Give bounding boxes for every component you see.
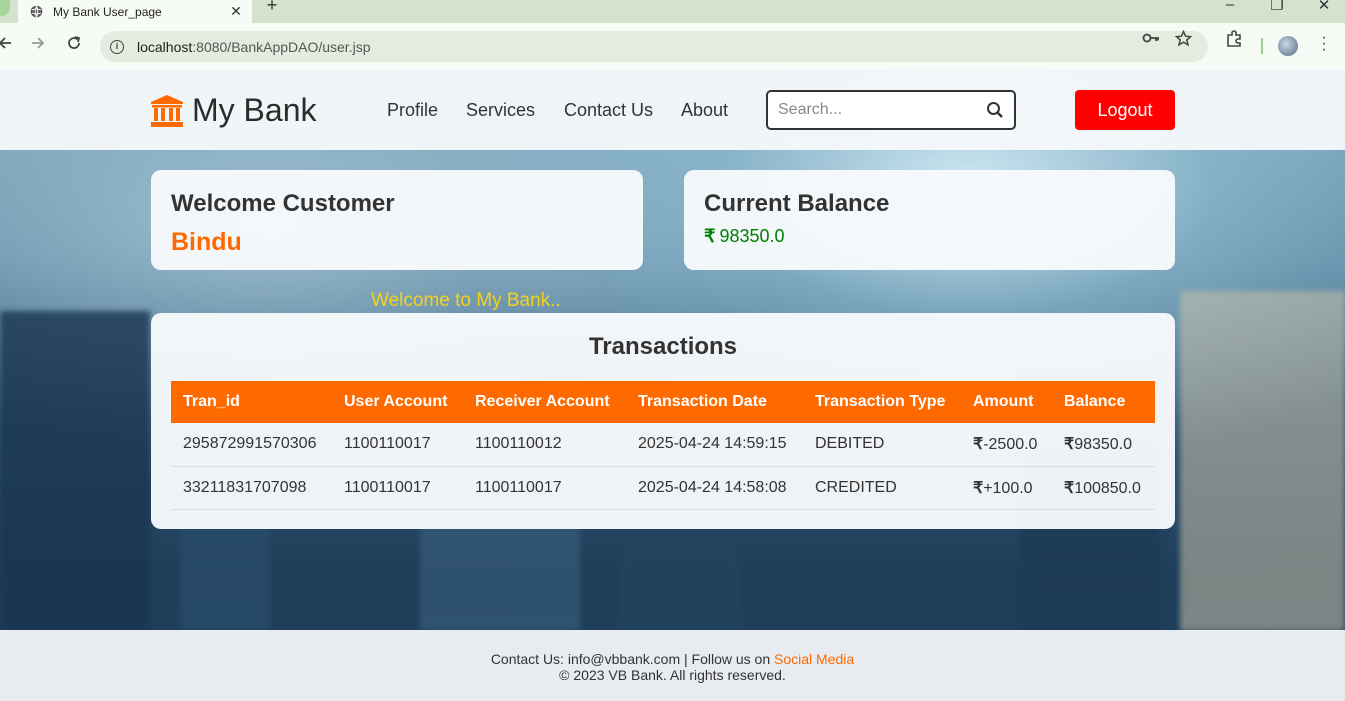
table-row: 33211831707098 1100110017 1100110017 202… (171, 466, 1155, 510)
transactions-card: Transactions Tran_id User Account Receiv… (151, 313, 1175, 529)
address-bar[interactable]: i localhost:8080/BankAppDAO/user.jsp (100, 31, 1208, 62)
globe-icon (30, 5, 43, 18)
rupee-icon: ₹ (1064, 479, 1075, 497)
cell-user-account: 1100110017 (332, 466, 463, 510)
rupee-icon: ₹ (704, 226, 716, 246)
url-path: :8080/BankAppDAO/user.jsp (192, 38, 371, 55)
transactions-table: Tran_id User Account Receiver Account Tr… (171, 381, 1155, 510)
nav-contact-link[interactable]: Contact Us (564, 100, 653, 121)
cell-user-account: 1100110017 (332, 423, 463, 467)
site-info-icon[interactable]: i (110, 39, 124, 54)
new-tab-button[interactable]: + (262, 0, 282, 14)
bank-icon (151, 94, 183, 127)
balance-amount: 98350.0 (719, 226, 785, 246)
restore-icon[interactable]: ❐ (1265, 0, 1289, 14)
balance-value: 98350.0 (1074, 436, 1133, 454)
search-box (766, 90, 1016, 130)
table-header-row: Tran_id User Account Receiver Account Tr… (171, 381, 1155, 423)
browser-tab[interactable]: My Bank User_page ✕ (18, 0, 252, 23)
cell-balance: ₹98350.0 (1052, 423, 1155, 467)
welcome-marquee: Welcome to My Bank.. (371, 290, 561, 311)
footer-contact-line: Contact Us: info@vbbank.com | Follow us … (0, 651, 1345, 667)
nav-about-link[interactable]: About (681, 100, 728, 121)
social-media-link[interactable]: Social Media (774, 651, 854, 667)
column-header: Transaction Type (803, 381, 961, 423)
cell-tran-id: 295872991570306 (171, 423, 332, 467)
url-host: localhost (137, 38, 193, 55)
page-viewport: My Bank Profile Services Contact Us Abou… (0, 70, 1345, 701)
column-header: Receiver Account (463, 381, 626, 423)
footer-copyright: © 2023 VB Bank. All rights reserved. (559, 667, 786, 683)
site-logo[interactable]: My Bank (150, 92, 316, 129)
cell-date: 2025-04-24 14:58:08 (626, 466, 803, 510)
amount-value: -2500.0 (983, 436, 1038, 454)
cell-receiver-account: 1100110012 (463, 423, 626, 467)
balance-value: ₹98350.0 (704, 226, 785, 247)
cell-amount: ₹-2500.0 (961, 423, 1052, 467)
site-footer: Contact Us: info@vbbank.com | Follow us … (0, 630, 1345, 701)
rupee-icon: ₹ (1064, 436, 1075, 454)
bookmark-star-icon[interactable] (1174, 29, 1193, 51)
logout-button[interactable]: Logout (1075, 90, 1175, 130)
forward-icon[interactable] (27, 35, 49, 57)
reload-icon[interactable] (63, 35, 85, 57)
amount-value: +100.0 (983, 479, 1033, 497)
customer-name: Bindu (171, 228, 242, 256)
table-row: 295872991570306 1100110017 1100110012 20… (171, 423, 1155, 467)
cell-amount: ₹+100.0 (961, 466, 1052, 510)
balance-value: 100850.0 (1074, 479, 1141, 497)
background-building (0, 311, 150, 631)
cell-balance: ₹100850.0 (1052, 466, 1155, 510)
rupee-icon: ₹ (973, 436, 984, 454)
window-close-icon[interactable]: ✕ (1312, 0, 1336, 14)
url-text[interactable]: localhost:8080/BankAppDAO/user.jsp (137, 39, 371, 55)
browser-toolbar: i localhost:8080/BankAppDAO/user.jsp · · · (0, 23, 1345, 70)
column-header: Balance (1052, 381, 1155, 423)
tab-title: My Bank User_page (53, 4, 162, 19)
brand-name: My Bank (192, 92, 317, 128)
column-header: Tran_id (171, 381, 332, 423)
minimize-icon[interactable]: – (1218, 0, 1242, 13)
search-icon[interactable] (986, 101, 1004, 119)
welcome-title: Welcome Customer (171, 190, 395, 217)
tab-close-icon[interactable]: ✕ (226, 3, 246, 20)
welcome-card: Welcome Customer Bindu (151, 170, 643, 270)
cell-receiver-account: 1100110017 (463, 466, 626, 510)
menu-kebab-icon[interactable]: · · · (1318, 30, 1330, 58)
column-header: Transaction Date (626, 381, 803, 423)
browser-tab-strip: My Bank User_page ✕ + – ❐ ✕ (0, 0, 1345, 23)
toolbar-separator (1261, 38, 1263, 54)
balance-card: Current Balance ₹98350.0 (684, 170, 1175, 270)
cell-type: DEBITED (803, 423, 961, 467)
cell-type: CREDITED (803, 466, 961, 510)
search-input[interactable] (778, 100, 978, 120)
previous-tab-edge[interactable] (0, 0, 10, 16)
back-icon[interactable] (0, 35, 16, 57)
nav-services-link[interactable]: Services (466, 100, 535, 121)
column-header: User Account (332, 381, 463, 423)
cell-date: 2025-04-24 14:59:15 (626, 423, 803, 467)
rupee-icon: ₹ (973, 479, 984, 497)
nav-profile-link[interactable]: Profile (387, 100, 438, 121)
transactions-title: Transactions (588, 333, 738, 360)
password-key-icon[interactable] (1142, 30, 1160, 50)
footer-contact-text: Contact Us: info@vbbank.com | Follow us … (490, 651, 775, 667)
balance-title: Current Balance (704, 190, 890, 217)
extensions-icon[interactable] (1225, 30, 1243, 52)
background-building (1180, 291, 1345, 631)
site-header: My Bank Profile Services Contact Us Abou… (0, 70, 1345, 150)
cell-tran-id: 33211831707098 (171, 466, 332, 510)
column-header: Amount (961, 381, 1052, 423)
profile-avatar[interactable] (1278, 36, 1298, 56)
